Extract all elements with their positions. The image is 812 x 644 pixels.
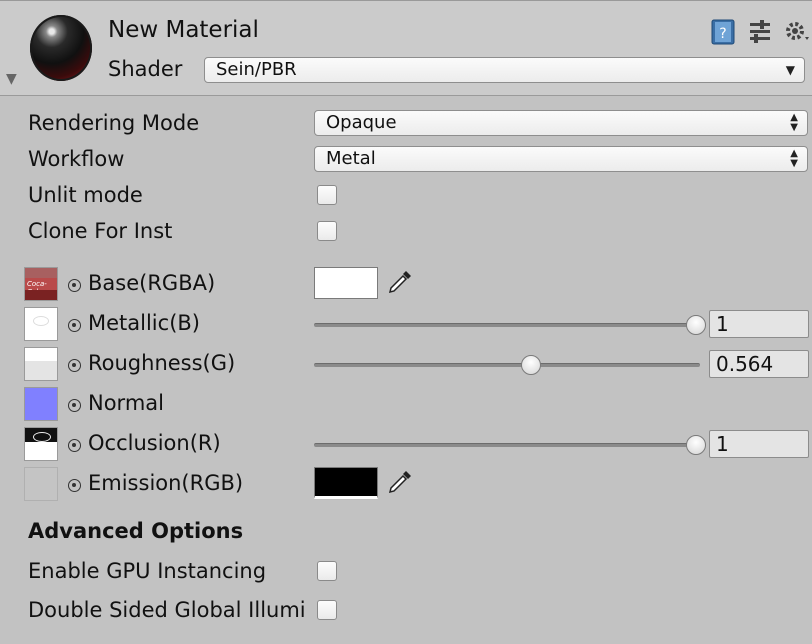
double-sided-gi-checkbox[interactable] xyxy=(317,600,337,620)
texture-picker-target-icon[interactable] xyxy=(68,439,81,452)
occlusion-slider-handle[interactable] xyxy=(686,435,706,455)
texture-picker-target-icon[interactable] xyxy=(68,399,81,412)
normal-texture-thumbnail[interactable] xyxy=(24,387,58,421)
roughness-slider-handle[interactable] xyxy=(521,355,542,375)
gpu-instancing-label: Enable GPU Instancing xyxy=(28,559,267,583)
unlit-mode-checkbox[interactable] xyxy=(317,185,337,205)
roughness-label: Roughness(G) xyxy=(88,351,236,375)
roughness-slider-track[interactable] xyxy=(314,363,700,367)
metallic-texture-thumbnail[interactable] xyxy=(24,307,58,341)
texture-picker-target-icon[interactable] xyxy=(68,319,81,332)
svg-text:?: ? xyxy=(719,26,726,42)
rendering-mode-value: Opaque xyxy=(326,112,397,133)
occlusion-texture-thumbnail[interactable] xyxy=(24,427,58,461)
workflow-label: Workflow xyxy=(28,147,125,171)
foldout-triangle-icon[interactable]: ▼ xyxy=(6,71,17,87)
base-color-swatch[interactable] xyxy=(314,267,378,299)
base-label: Base(RGBA) xyxy=(88,271,216,295)
chevron-down-icon: ▼ xyxy=(785,63,795,77)
preset-sliders-icon[interactable] xyxy=(748,19,772,45)
normal-label: Normal xyxy=(88,391,164,415)
emission-color-swatch[interactable] xyxy=(314,467,378,499)
texture-picker-target-icon[interactable] xyxy=(68,479,81,492)
advanced-options-heading: Advanced Options xyxy=(28,519,244,543)
help-book-icon[interactable]: ? xyxy=(710,19,736,45)
clone-for-inst-checkbox[interactable] xyxy=(317,221,337,241)
metallic-slider-track[interactable] xyxy=(314,323,700,327)
base-texture-thumbnail[interactable]: Coca-Cola xyxy=(24,267,58,301)
metallic-label: Metallic(B) xyxy=(88,311,200,335)
rendering-mode-dropdown[interactable]: Opaque ▲ ▼ xyxy=(314,110,808,136)
updown-arrows-icon: ▲ ▼ xyxy=(790,112,798,133)
workflow-dropdown[interactable]: Metal ▲ ▼ xyxy=(314,146,808,172)
clone-for-inst-label: Clone For Inst xyxy=(28,219,173,243)
occlusion-value-field[interactable]: 1 xyxy=(709,430,809,458)
double-sided-gi-label: Double Sided Global Illumi xyxy=(28,598,306,622)
gpu-instancing-checkbox[interactable] xyxy=(317,561,337,581)
shader-value: Sein/PBR xyxy=(216,59,297,80)
eyedropper-icon[interactable] xyxy=(386,468,414,500)
texture-picker-target-icon[interactable] xyxy=(68,279,81,292)
shader-dropdown[interactable]: Sein/PBR ▼ xyxy=(204,57,805,83)
eyedropper-icon[interactable] xyxy=(386,268,414,300)
settings-gear-icon[interactable] xyxy=(784,19,812,45)
roughness-value-field[interactable]: 0.564 xyxy=(709,350,809,378)
occlusion-slider-track[interactable] xyxy=(314,443,700,447)
texture-picker-target-icon[interactable] xyxy=(68,359,81,372)
roughness-texture-thumbnail[interactable] xyxy=(24,347,58,381)
emission-label: Emission(RGB) xyxy=(88,471,244,495)
rendering-mode-label: Rendering Mode xyxy=(28,111,200,135)
emission-texture-thumbnail[interactable] xyxy=(24,467,58,501)
workflow-value: Metal xyxy=(326,148,376,169)
updown-arrows-icon: ▲ ▼ xyxy=(790,148,798,169)
material-title: New Material xyxy=(108,17,259,43)
occlusion-label: Occlusion(R) xyxy=(88,431,221,455)
shader-label: Shader xyxy=(108,57,183,81)
material-header: ▼ New Material Shader Sein/PBR ▼ ? xyxy=(0,0,812,96)
unlit-mode-label: Unlit mode xyxy=(28,183,143,207)
metallic-slider-handle[interactable] xyxy=(686,315,706,335)
metallic-value-field[interactable]: 1 xyxy=(709,310,809,338)
material-preview-sphere[interactable] xyxy=(30,15,92,81)
